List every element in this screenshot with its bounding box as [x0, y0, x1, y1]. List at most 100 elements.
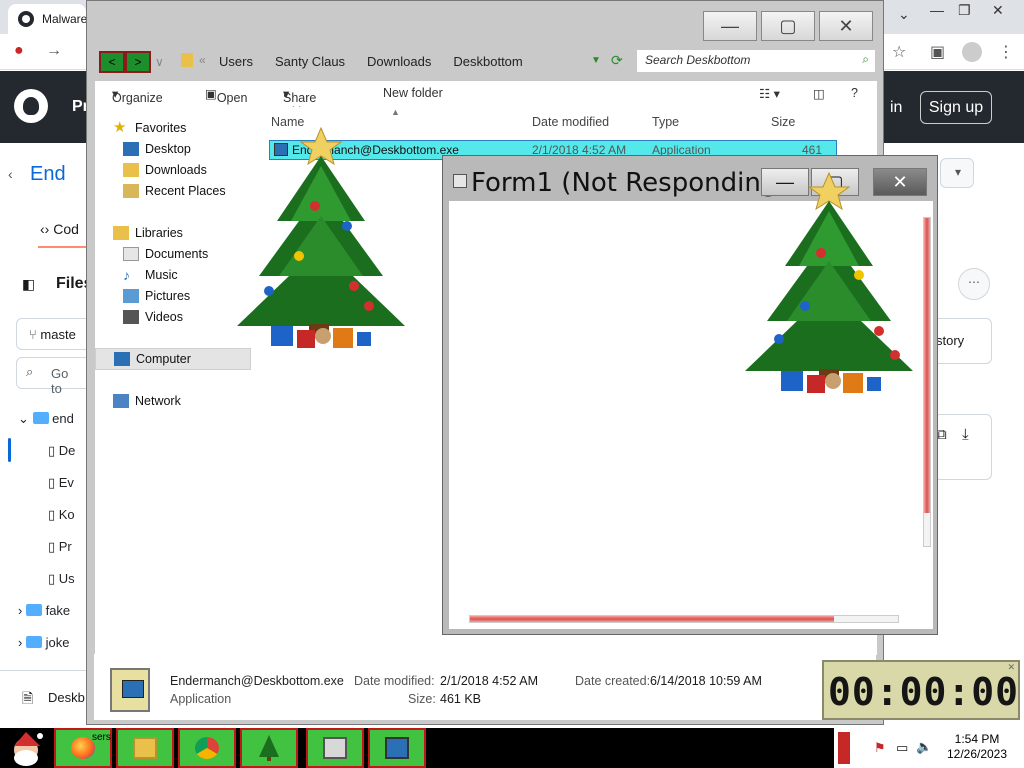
taskbar-firefox[interactable]: sers — [54, 728, 112, 768]
breadcrumb-santy-claus[interactable]: Santy Claus — [275, 54, 345, 69]
sign-up-button[interactable]: Sign up — [920, 91, 992, 124]
breadcrumb: Users Santy Claus Downloads Deskbottom — [219, 54, 523, 69]
horizontal-progress-fill — [470, 616, 834, 622]
organize-menu[interactable]: Organize ▾ — [112, 86, 163, 105]
nav-videos[interactable]: Videos — [123, 310, 183, 324]
start-button[interactable] — [4, 730, 48, 766]
go-to-file-placeholder: Go to — [51, 366, 69, 396]
branch-selector[interactable]: ⑂ maste — [16, 318, 96, 350]
nav-desktop-label: Desktop — [145, 142, 191, 156]
nav-music[interactable]: ♪ Music — [123, 268, 178, 282]
file-actions-box — [934, 414, 992, 480]
tree-item-file[interactable]: ▯ De — [48, 443, 75, 459]
recent-chevron-icon[interactable]: ∨ — [155, 55, 164, 69]
nav-pictures[interactable]: Pictures — [123, 289, 190, 303]
tree-item-file[interactable]: ▯ Us — [48, 571, 75, 587]
timer-display: 00:00:00 — [828, 670, 1020, 714]
profile-avatar-icon[interactable] — [962, 42, 982, 62]
address-bar: < > ∨ « Users Santy Claus Downloads Desk… — [95, 47, 877, 77]
tab-code[interactable]: ‹› Cod — [40, 221, 79, 237]
maximize-button[interactable]: ▢ — [761, 11, 815, 41]
preview-pane-icon[interactable]: ◫ — [813, 86, 825, 101]
side-panel-icon[interactable]: ▣ — [930, 42, 945, 62]
close-button[interactable]: ✕ — [819, 11, 873, 41]
column-header-size[interactable]: Size — [771, 115, 795, 129]
nav-downloads[interactable]: Downloads — [123, 163, 207, 177]
chevron-down-icon[interactable]: ⌄ — [898, 6, 910, 23]
open-button[interactable]: ▣ Open — [205, 86, 247, 105]
taskbar-computer[interactable] — [306, 728, 364, 768]
search-icon: ⌕ — [862, 52, 869, 66]
tree-item-folder[interactable]: › fake — [18, 603, 70, 618]
forward-button[interactable]: > — [125, 51, 151, 73]
bookmark-star-icon[interactable]: ☆ — [892, 42, 906, 62]
taskbar-chrome[interactable] — [178, 728, 236, 768]
nav-libraries[interactable]: Libraries — [113, 226, 183, 240]
nav-recent-places[interactable]: Recent Places — [123, 184, 226, 198]
volume-icon[interactable]: 🔈 — [916, 739, 932, 755]
tree-item-label: De — [58, 443, 76, 458]
tree-item-file[interactable]: ▯ Ko — [48, 507, 75, 523]
breadcrumb-deskbottom[interactable]: Deskbottom — [453, 54, 522, 69]
chrome-icon — [195, 737, 219, 759]
back-arrow-icon[interactable]: → — [46, 42, 62, 60]
clock[interactable]: 1:54 PM 12/26/2023 — [936, 732, 1018, 762]
search-input[interactable]: Search Deskbottom ⌕ — [637, 50, 875, 72]
nav-desktop[interactable]: Desktop — [123, 142, 191, 156]
view-options-icon[interactable]: ☷ ▾ — [759, 86, 780, 101]
new-folder-button[interactable]: New folder — [383, 86, 443, 100]
flag-icon[interactable]: ⚑ — [874, 740, 886, 756]
more-options-button[interactable]: ⋯ — [958, 268, 990, 300]
download-shelf-item[interactable]: Deskb — [48, 690, 85, 705]
taskbar-tree[interactable] — [240, 728, 298, 768]
address-dropdown-icon[interactable]: ▼ — [591, 55, 601, 66]
breadcrumb-users[interactable]: Users — [219, 54, 253, 69]
breadcrumb-overflow-icon[interactable]: « — [199, 53, 206, 67]
tree-item-folder[interactable]: › joke — [18, 635, 69, 650]
sign-in-link[interactable]: in — [890, 99, 902, 117]
details-size: 461 KB — [440, 692, 482, 706]
computer-icon — [122, 680, 144, 698]
browser-tab[interactable]: Malware — [8, 4, 86, 34]
download-icon[interactable]: ⤓ — [962, 426, 969, 443]
tree-item-file[interactable]: ▯ Ev — [48, 475, 74, 491]
back-button[interactable]: < — [99, 51, 125, 73]
close-icon[interactable]: ✕ — [992, 2, 1004, 19]
column-header-type[interactable]: Type — [652, 115, 679, 129]
breadcrumb-downloads[interactable]: Downloads — [367, 54, 431, 69]
minimize-icon[interactable]: — — [930, 2, 944, 18]
show-desktop-icon[interactable] — [838, 732, 850, 764]
computer-icon — [385, 737, 409, 759]
collapse-panel-icon[interactable]: ◧ — [22, 276, 35, 293]
tree-item-label: Pr — [58, 539, 72, 554]
folder-icon — [181, 53, 193, 67]
extension-icon[interactable]: ● — [14, 42, 24, 60]
tree-item-file[interactable]: ▯ Pr — [48, 539, 72, 555]
tree-item-root[interactable]: ⌄ end — [18, 411, 74, 427]
application-large-icon — [110, 668, 150, 712]
nav-network[interactable]: Network — [113, 394, 181, 408]
nav-favorites[interactable]: ★ Favorites — [113, 119, 186, 136]
explorer-icon — [133, 737, 157, 759]
taskbar-computer-2[interactable] — [368, 728, 426, 768]
nav-computer[interactable]: Computer — [95, 348, 251, 370]
repo-icon: ‹ — [8, 166, 13, 182]
details-date-created: 6/14/2018 10:59 AM — [650, 674, 762, 688]
taskbar-explorer[interactable] — [116, 728, 174, 768]
nav-documents[interactable]: Documents — [123, 247, 208, 261]
refresh-icon[interactable]: ⟳ — [611, 52, 623, 69]
menu-dots-icon[interactable]: ⋮ — [998, 42, 1014, 62]
dropdown-button[interactable]: ▾ — [940, 158, 974, 188]
help-icon[interactable]: ? — [851, 86, 858, 100]
minimize-button[interactable]: — — [703, 11, 757, 41]
nav-videos-label: Videos — [145, 310, 183, 324]
share-with-menu[interactable]: Share with ▾ — [283, 86, 316, 119]
column-header-date-modified[interactable]: Date modified — [532, 115, 609, 129]
github-logo-icon[interactable] — [14, 89, 48, 123]
window-controls: — ▢ ✕ — [703, 11, 873, 41]
repo-name-link[interactable]: End — [30, 163, 66, 186]
network-icon[interactable]: ▭ — [896, 740, 908, 756]
star-icon: ★ — [113, 119, 127, 136]
restore-icon[interactable]: ❐ — [958, 2, 971, 19]
command-bar: Organize ▾ ▣ Open Share with ▾ New folde… — [95, 81, 877, 119]
